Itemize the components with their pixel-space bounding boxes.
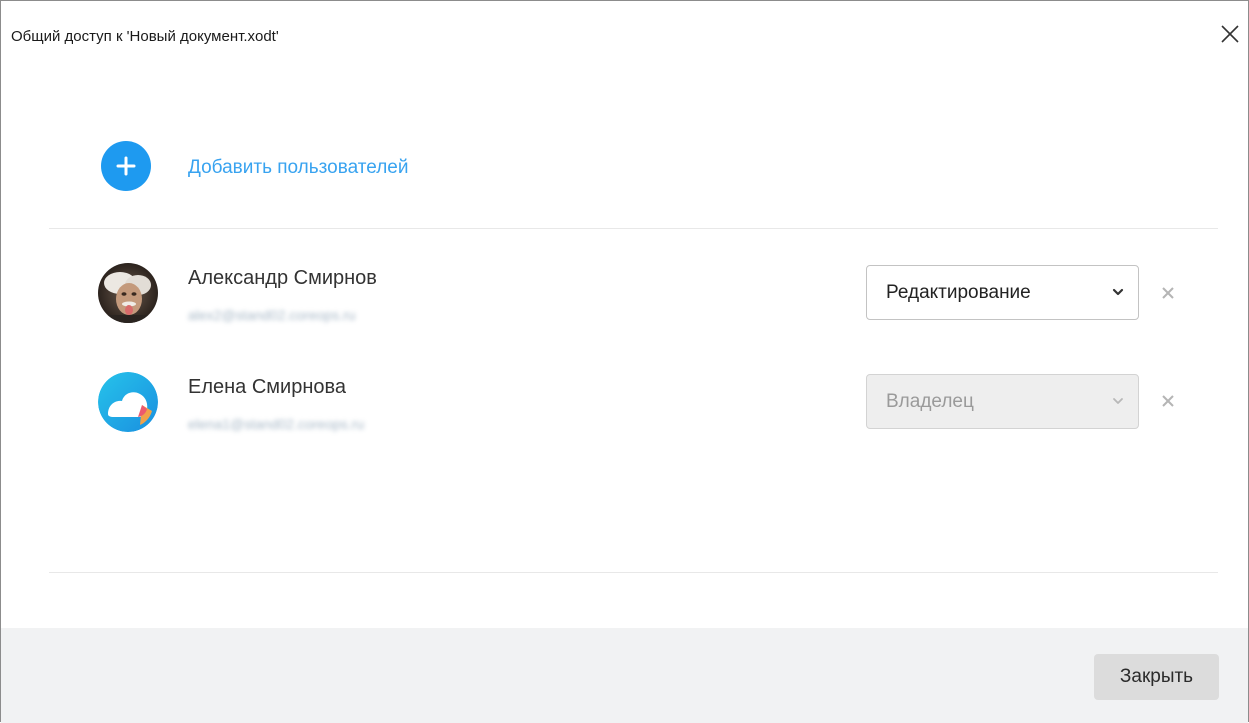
user-name: Елена Смирнова bbox=[188, 376, 347, 398]
role-select: Владелец bbox=[866, 374, 1139, 429]
role-select-value: Владелец bbox=[886, 391, 974, 412]
close-button[interactable]: Закрыть bbox=[1094, 654, 1219, 700]
role-select[interactable]: Редактирование bbox=[866, 265, 1139, 320]
dialog-footer: Закрыть bbox=[1, 628, 1248, 723]
remove-user-icon[interactable] bbox=[1161, 286, 1175, 300]
chevron-down-icon bbox=[1113, 398, 1123, 404]
user-email: alex2@stand02.coreops.ru bbox=[188, 307, 356, 323]
close-icon[interactable] bbox=[1219, 23, 1241, 45]
user-name: Александр Смирнов bbox=[188, 267, 377, 289]
plus-icon bbox=[116, 156, 136, 176]
chevron-down-icon bbox=[1112, 288, 1124, 296]
user-email: elena1@stand02.coreops.ru bbox=[188, 416, 365, 432]
remove-user-icon[interactable] bbox=[1161, 394, 1175, 408]
add-users-link[interactable]: Добавить пользователей bbox=[188, 156, 408, 180]
add-users-button[interactable] bbox=[101, 141, 151, 191]
dialog-title: Общий доступ к 'Новый документ.xodt' bbox=[11, 28, 279, 45]
divider bbox=[49, 228, 1218, 229]
divider bbox=[49, 572, 1218, 573]
user-avatar-photo bbox=[98, 263, 158, 323]
role-select-value: Редактирование bbox=[886, 282, 1031, 303]
share-dialog: Общий доступ к 'Новый документ.xodt' Доб… bbox=[0, 0, 1249, 723]
user-avatar-logo bbox=[98, 372, 158, 432]
